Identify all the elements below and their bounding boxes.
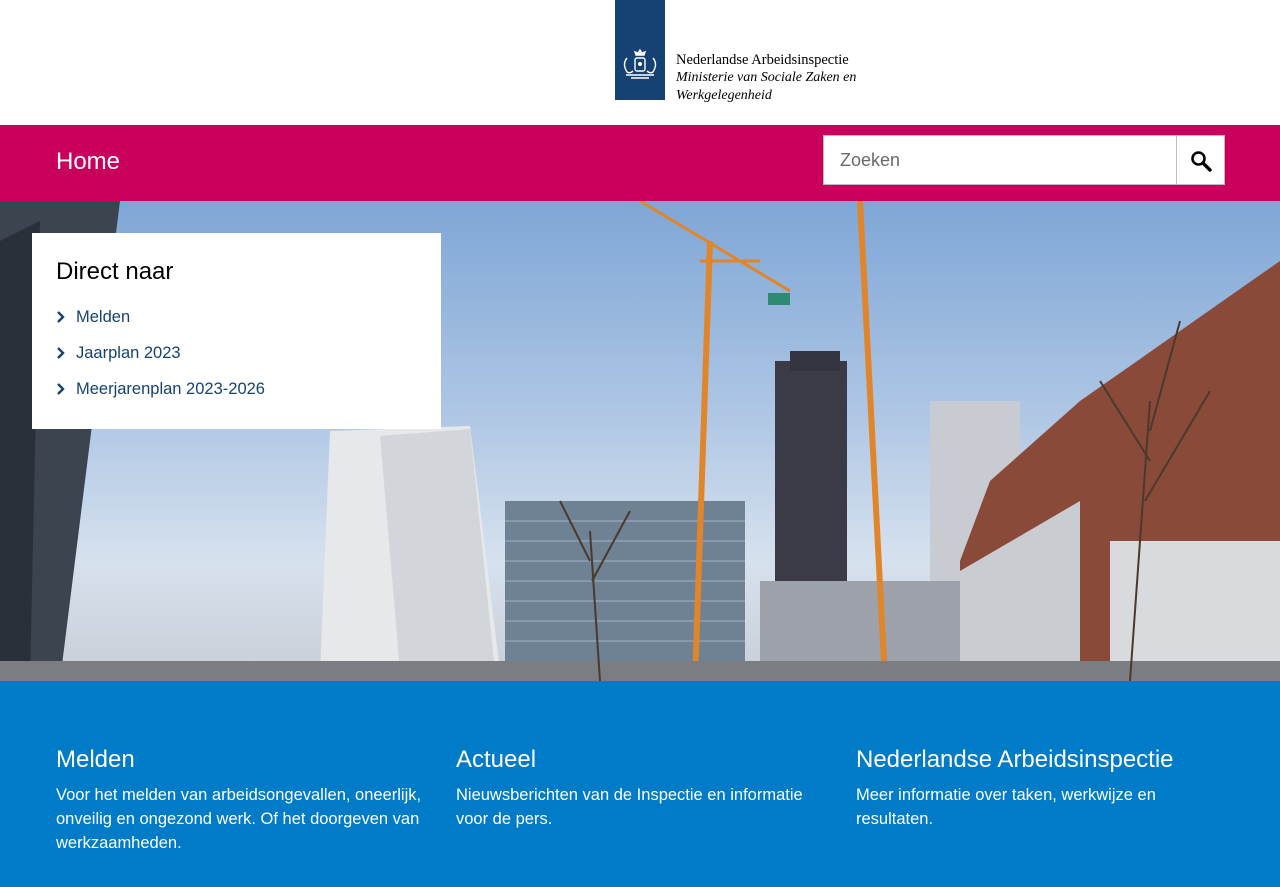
direct-naar-panel: Direct naar Melden Jaarplan 2023 Meerjar… [32, 233, 441, 429]
logo-ministry: Ministerie van Sociale Zaken en Werkgele… [676, 70, 857, 103]
search-button[interactable] [1176, 135, 1225, 185]
card-title[interactable]: Actueel [456, 745, 836, 775]
card-arbeidsinspectie[interactable]: Nederlandse Arbeidsinspectie Meer inform… [856, 745, 1236, 831]
chevron-right-icon [57, 383, 65, 395]
card-text: Meer informatie over taken, werkwijze en… [856, 786, 1156, 828]
direct-link-meerjarenplan[interactable]: Meerjarenplan 2023-2026 [76, 377, 265, 401]
chevron-right-icon [57, 311, 65, 323]
direct-naar-title: Direct naar [56, 258, 174, 285]
search-input[interactable] [823, 135, 1177, 185]
card-melden[interactable]: Melden Voor het melden van arbeidsongeva… [56, 745, 436, 855]
logo-text: Nederlandse Arbeidsinspectie Ministerie … [676, 51, 876, 105]
card-text: Voor het melden van arbeidsongevallen, o… [56, 786, 422, 852]
card-text: Nieuwsberichten van de Inspectie en info… [456, 786, 803, 828]
card-title[interactable]: Nederlandse Arbeidsinspectie [856, 745, 1236, 775]
coat-of-arms-icon [623, 48, 657, 79]
chevron-right-icon [57, 347, 65, 359]
home-link[interactable]: Home [56, 147, 120, 177]
logo-block [615, 0, 665, 100]
card-actueel[interactable]: Actueel Nieuwsberichten van de Inspectie… [456, 745, 836, 831]
search-icon [1191, 151, 1212, 172]
logo-organisation: Nederlandse Arbeidsinspectie [676, 52, 849, 68]
direct-link-melden[interactable]: Melden [76, 305, 130, 329]
direct-link-jaarplan[interactable]: Jaarplan 2023 [76, 341, 181, 365]
list-item: Meerjarenplan 2023-2026 [56, 377, 417, 413]
card-title[interactable]: Melden [56, 745, 436, 775]
list-item: Jaarplan 2023 [56, 341, 417, 377]
list-item: Melden [56, 305, 417, 341]
direct-naar-list: Melden Jaarplan 2023 Meerjarenplan 2023-… [56, 305, 417, 413]
site-header: Nederlandse Arbeidsinspectie Ministerie … [0, 0, 1280, 125]
